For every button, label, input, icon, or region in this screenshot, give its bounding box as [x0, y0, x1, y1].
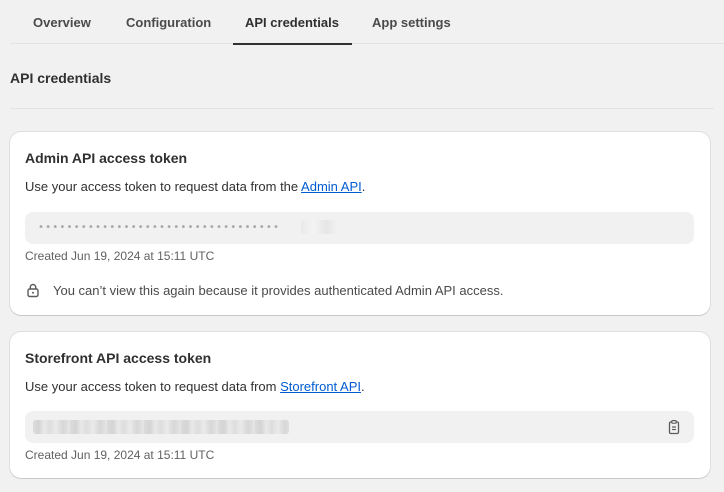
- tab-configuration[interactable]: Configuration: [114, 0, 233, 44]
- section-title: API credentials: [10, 70, 112, 86]
- admin-token-created: Created Jun 19, 2024 at 15:11 UTC: [25, 249, 215, 263]
- admin-api-link[interactable]: Admin API: [301, 179, 362, 194]
- tab-overview[interactable]: Overview: [10, 0, 114, 44]
- admin-token-redacted: [301, 220, 339, 234]
- tab-app-settings-label: App settings: [372, 14, 451, 30]
- storefront-api-link[interactable]: Storefront API: [280, 379, 361, 394]
- admin-token-title: Admin API access token: [25, 150, 188, 166]
- admin-token-card: Admin API access token Use your access t…: [10, 132, 710, 315]
- admin-token-description: Use your access token to request data fr…: [25, 179, 365, 194]
- admin-token-notice: You can’t view this again because it pro…: [25, 282, 503, 298]
- storefront-token-title: Storefront API access token: [25, 350, 212, 366]
- admin-token-field[interactable]: ••••••••••••••••••••••••••••••••••: [25, 212, 694, 244]
- tab-api-credentials[interactable]: API credentials: [233, 0, 352, 45]
- tab-bar: Overview Configuration API credentials A…: [10, 0, 724, 45]
- section-divider: [10, 108, 714, 109]
- storefront-token-description: Use your access token to request data fr…: [25, 379, 365, 394]
- storefront-desc-text: Use your access token to request data fr…: [25, 379, 281, 394]
- tab-overview-label: Overview: [33, 14, 91, 30]
- storefront-token-redacted: [33, 420, 289, 434]
- storefront-token-created: Created Jun 19, 2024 at 15:11 UTC: [25, 448, 215, 462]
- tab-configuration-label: Configuration: [126, 14, 212, 30]
- tab-api-credentials-label: API credentials: [245, 14, 339, 30]
- admin-desc-suffix: .: [361, 179, 366, 194]
- admin-token-mask: ••••••••••••••••••••••••••••••••••: [38, 222, 281, 233]
- clipboard-icon[interactable]: [666, 419, 682, 435]
- storefront-token-field[interactable]: [25, 411, 694, 443]
- admin-token-notice-text: You can’t view this again because it pro…: [53, 282, 504, 298]
- storefront-desc-suffix: .: [361, 379, 365, 394]
- admin-desc-text: Use your access token to request data fr…: [25, 179, 302, 194]
- tab-app-settings[interactable]: App settings: [352, 0, 482, 44]
- storefront-token-card: Storefront API access token Use your acc…: [10, 332, 710, 478]
- lock-icon: [27, 283, 39, 298]
